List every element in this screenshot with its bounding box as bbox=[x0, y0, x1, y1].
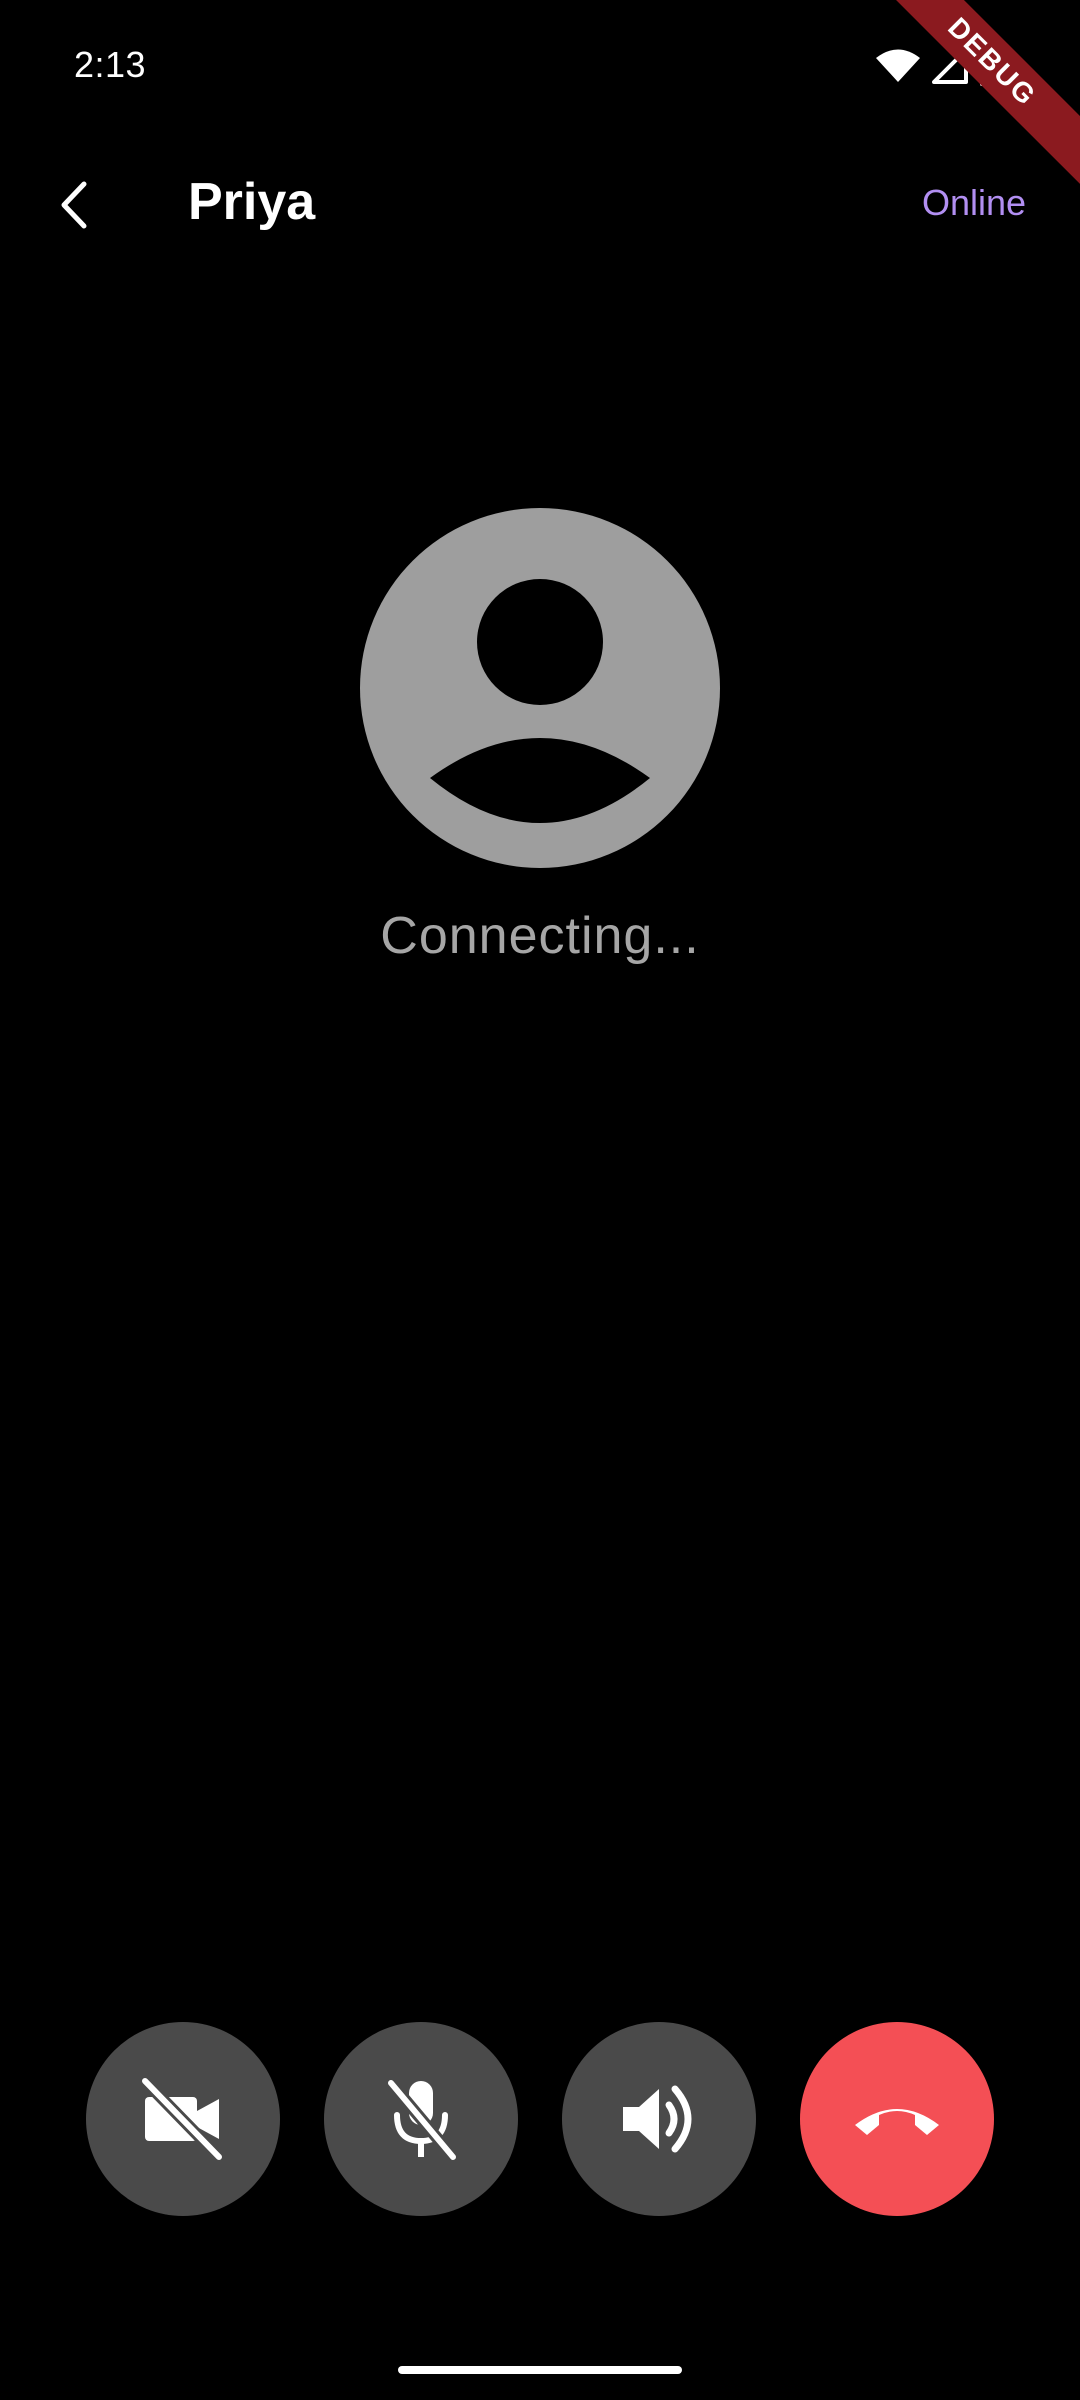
camera-off-button[interactable] bbox=[86, 2022, 280, 2216]
avatar bbox=[360, 508, 720, 868]
wifi-icon bbox=[876, 49, 920, 88]
chevron-left-icon bbox=[61, 181, 87, 229]
call-controls bbox=[0, 2022, 1080, 2216]
mic-off-button[interactable] bbox=[324, 2022, 518, 2216]
end-call-button[interactable] bbox=[800, 2022, 994, 2216]
presence-status: Online bbox=[921, 182, 1026, 223]
back-button[interactable] bbox=[40, 170, 110, 240]
video-off-icon bbox=[140, 2076, 224, 2162]
home-indicator[interactable] bbox=[398, 2366, 682, 2374]
call-status: Connecting... bbox=[380, 907, 700, 965]
phone-hangup-icon bbox=[855, 2109, 939, 2135]
app-bar: Priya Online bbox=[0, 150, 1080, 260]
person-icon bbox=[430, 579, 650, 823]
status-time: 2:13 bbox=[74, 44, 147, 85]
speaker-button[interactable] bbox=[562, 2022, 756, 2216]
speaker-icon bbox=[623, 2085, 692, 2153]
mic-off-icon bbox=[386, 2079, 458, 2161]
contact-name: Priya bbox=[188, 173, 316, 231]
